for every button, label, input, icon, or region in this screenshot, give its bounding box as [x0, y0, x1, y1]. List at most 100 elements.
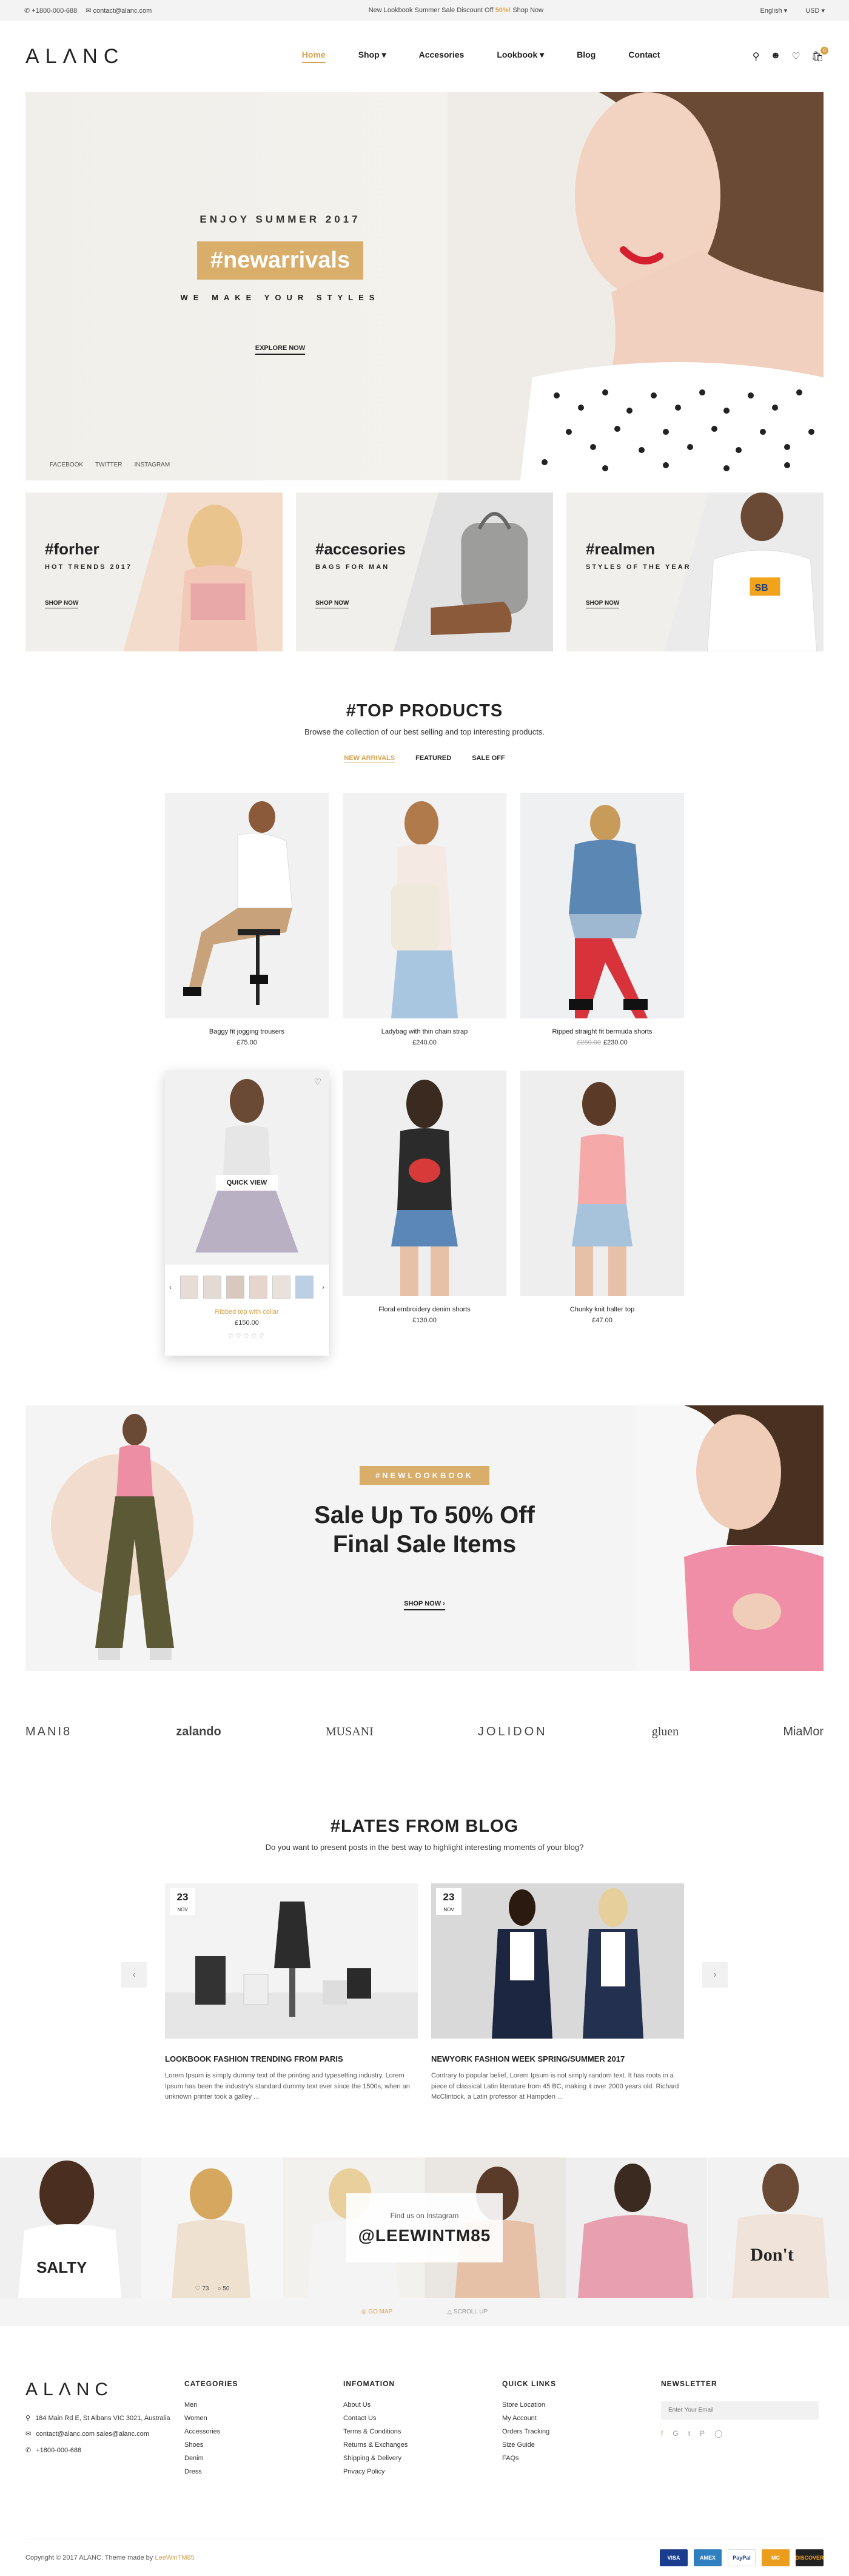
twitter-link[interactable]: TWITTER	[95, 462, 122, 468]
product-name[interactable]: Ripped straight fit bermuda shorts	[520, 1028, 684, 1035]
thumbnail[interactable]	[249, 1276, 267, 1299]
nav-home[interactable]: Home	[301, 50, 326, 63]
author-link[interactable]: LeeWinTM85	[155, 2554, 194, 2561]
footer-link[interactable]: Dress	[184, 2468, 343, 2475]
wishlist-icon[interactable]: ♡	[314, 1077, 321, 1087]
twitter-icon[interactable]: t	[688, 2429, 690, 2438]
instagram-handle-card[interactable]: Find us on Instagram @LEEWINTM85	[346, 2193, 503, 2262]
brand-logo[interactable]: MUSANI	[326, 1725, 374, 1739]
thumbnail[interactable]	[203, 1276, 221, 1299]
footer-link[interactable]: Terms & Conditions	[343, 2428, 502, 2435]
product-image[interactable]: ♡ QUICK VIEW	[165, 1071, 329, 1265]
instagram-tile[interactable]: ♡ 73 ○ 50	[141, 2157, 283, 2298]
footer-link[interactable]: Size Guide	[502, 2441, 661, 2449]
brand-logo[interactable]: MiaMor	[783, 1725, 824, 1739]
brand-logo[interactable]: JOLIDON	[478, 1725, 548, 1739]
nav-lookbook[interactable]: Lookbook ▾	[497, 50, 544, 63]
footer-link[interactable]: Shoes	[184, 2441, 343, 2449]
pinterest-icon[interactable]: P	[700, 2429, 705, 2438]
language-select[interactable]: English ▾	[760, 7, 788, 15]
product-image[interactable]	[520, 793, 684, 1018]
product-image[interactable]	[343, 793, 506, 1018]
footer-link[interactable]: My Account	[502, 2415, 661, 2422]
logo[interactable]: ALΛNC	[25, 45, 124, 69]
shop-now-button[interactable]: SHOP NOW	[586, 600, 620, 608]
product-image[interactable]	[165, 793, 329, 1018]
tab-sale-off[interactable]: SALE OFF	[472, 755, 505, 762]
shop-now-button[interactable]: SHOP NOW	[315, 600, 349, 608]
newsletter-email-input[interactable]	[661, 2401, 819, 2420]
thumbnail[interactable]	[226, 1276, 244, 1299]
currency-select[interactable]: USD ▾	[805, 7, 825, 15]
sale-shop-now-button[interactable]: SHOP NOW ›	[404, 1600, 445, 1610]
search-icon[interactable]: ⚲	[753, 50, 760, 62]
instagram-link[interactable]: INSTAGRAM	[134, 462, 170, 468]
footer-link[interactable]: Returns & Exchanges	[343, 2441, 502, 2449]
footer-link[interactable]: Orders Tracking	[502, 2428, 661, 2435]
phone-link[interactable]: ✆ +1800-000-688	[24, 7, 77, 15]
nav-shop[interactable]: Shop ▾	[358, 50, 386, 63]
product-name[interactable]: Floral embroidery denim shorts	[343, 1306, 506, 1313]
facebook-icon[interactable]: f	[661, 2429, 663, 2438]
thumbnail[interactable]	[272, 1276, 290, 1299]
footer-link[interactable]: Women	[184, 2415, 343, 2422]
nav-accesories[interactable]: Accesories	[419, 50, 465, 63]
instagram-handle[interactable]: @LEEWINTM85	[346, 2226, 503, 2245]
footer-link[interactable]: About Us	[343, 2401, 502, 2409]
footer-link[interactable]: Store Location	[502, 2401, 661, 2409]
thumbnail[interactable]	[180, 1276, 198, 1299]
cart-icon[interactable]: 🛍 0	[811, 47, 828, 62]
instagram-icon[interactable]: ◯	[714, 2429, 722, 2438]
chevron-left-icon[interactable]: ‹	[166, 1283, 175, 1291]
blog-next-arrow-icon[interactable]: ›	[702, 1962, 728, 1988]
blog-post[interactable]: 23 NOV LOOKBOOK FASHION TRENDING FROM PAR…	[165, 1883, 418, 2103]
banner-accesories[interactable]: #accesories BAGS FOR MAN SHOP NOW	[296, 493, 553, 651]
product-image[interactable]	[520, 1071, 684, 1296]
heart-icon[interactable]: ♡	[791, 50, 800, 62]
blog-post-title[interactable]: LOOKBOOK FASHION TRENDING FROM PARIS	[165, 2054, 418, 2063]
shop-now-button[interactable]: SHOP NOW	[45, 600, 79, 608]
instagram-tile[interactable]: SALTY	[0, 2157, 142, 2298]
scroll-up-link[interactable]: △ SCROLL UP	[447, 2309, 488, 2315]
product-card[interactable]: Ladybag with thin chain strap £240.00	[343, 793, 506, 1046]
instagram-tile[interactable]: Don't	[707, 2157, 849, 2298]
tab-new-arrivals[interactable]: NEW ARRIVALS	[344, 755, 395, 762]
product-card[interactable]: Chunky knit halter top £47.00	[520, 1071, 684, 1356]
product-image[interactable]	[343, 1071, 506, 1296]
product-card-hovered[interactable]: ♡ QUICK VIEW ‹ › Ribbed top with collar …	[165, 1071, 329, 1356]
chevron-right-icon[interactable]: ›	[318, 1283, 328, 1291]
thumbnail[interactable]	[295, 1276, 314, 1299]
product-name[interactable]: Ribbed top with collar	[165, 1308, 329, 1316]
product-card[interactable]: Floral embroidery denim shorts £130.00	[343, 1071, 506, 1356]
footer-link[interactable]: Men	[184, 2401, 343, 2409]
quick-view-button[interactable]: QUICK VIEW	[215, 1175, 278, 1191]
blog-post-image[interactable]: 23 NOV	[165, 1883, 418, 2039]
product-name[interactable]: Chunky knit halter top	[520, 1306, 684, 1313]
product-name[interactable]: Ladybag with thin chain strap	[343, 1028, 506, 1035]
footer-link[interactable]: Privacy Policy	[343, 2468, 502, 2475]
nav-contact[interactable]: Contact	[628, 50, 660, 63]
product-name[interactable]: Baggy fit jogging trousers	[165, 1028, 329, 1035]
banner-forher[interactable]: #forher HOT TRENDS 2017 SHOP NOW	[25, 493, 283, 651]
google-icon[interactable]: G	[673, 2429, 678, 2438]
phone[interactable]: ✆ +1800-000-688	[25, 2446, 184, 2456]
promo-text[interactable]: New Lookbook Summer Sale Discount Off 50…	[369, 7, 543, 14]
blog-post-title[interactable]: NEWYORK FASHION WEEK SPRING/SUMMER 2017	[431, 2054, 684, 2063]
footer-logo[interactable]: ALΛNC	[25, 2379, 184, 2400]
banner-realmen[interactable]: SB #realmen STYLES OF THE YEAR SHOP NOW	[566, 493, 824, 651]
brand-logo[interactable]: zalando	[176, 1725, 221, 1739]
brand-logo[interactable]: gluen	[652, 1725, 679, 1739]
footer-link[interactable]: Denim	[184, 2455, 343, 2462]
facebook-link[interactable]: FACEBOOK	[50, 462, 83, 468]
explore-now-button[interactable]: EXPLORE NOW	[255, 345, 306, 355]
instagram-tile[interactable]	[566, 2157, 708, 2298]
blog-prev-arrow-icon[interactable]: ‹	[121, 1962, 147, 1988]
nav-blog[interactable]: Blog	[577, 50, 596, 63]
footer-link[interactable]: Contact Us	[343, 2415, 502, 2422]
footer-link[interactable]: FAQs	[502, 2455, 661, 2462]
email-link[interactable]: ✉ contact@alanc.com	[86, 7, 152, 15]
product-card[interactable]: Ripped straight fit bermuda shorts £250.…	[520, 793, 684, 1046]
product-card[interactable]: Baggy fit jogging trousers £75.00	[165, 793, 329, 1046]
go-map-link[interactable]: ◎ GO MAP	[361, 2309, 393, 2315]
user-icon[interactable]: ☻	[771, 50, 781, 62]
